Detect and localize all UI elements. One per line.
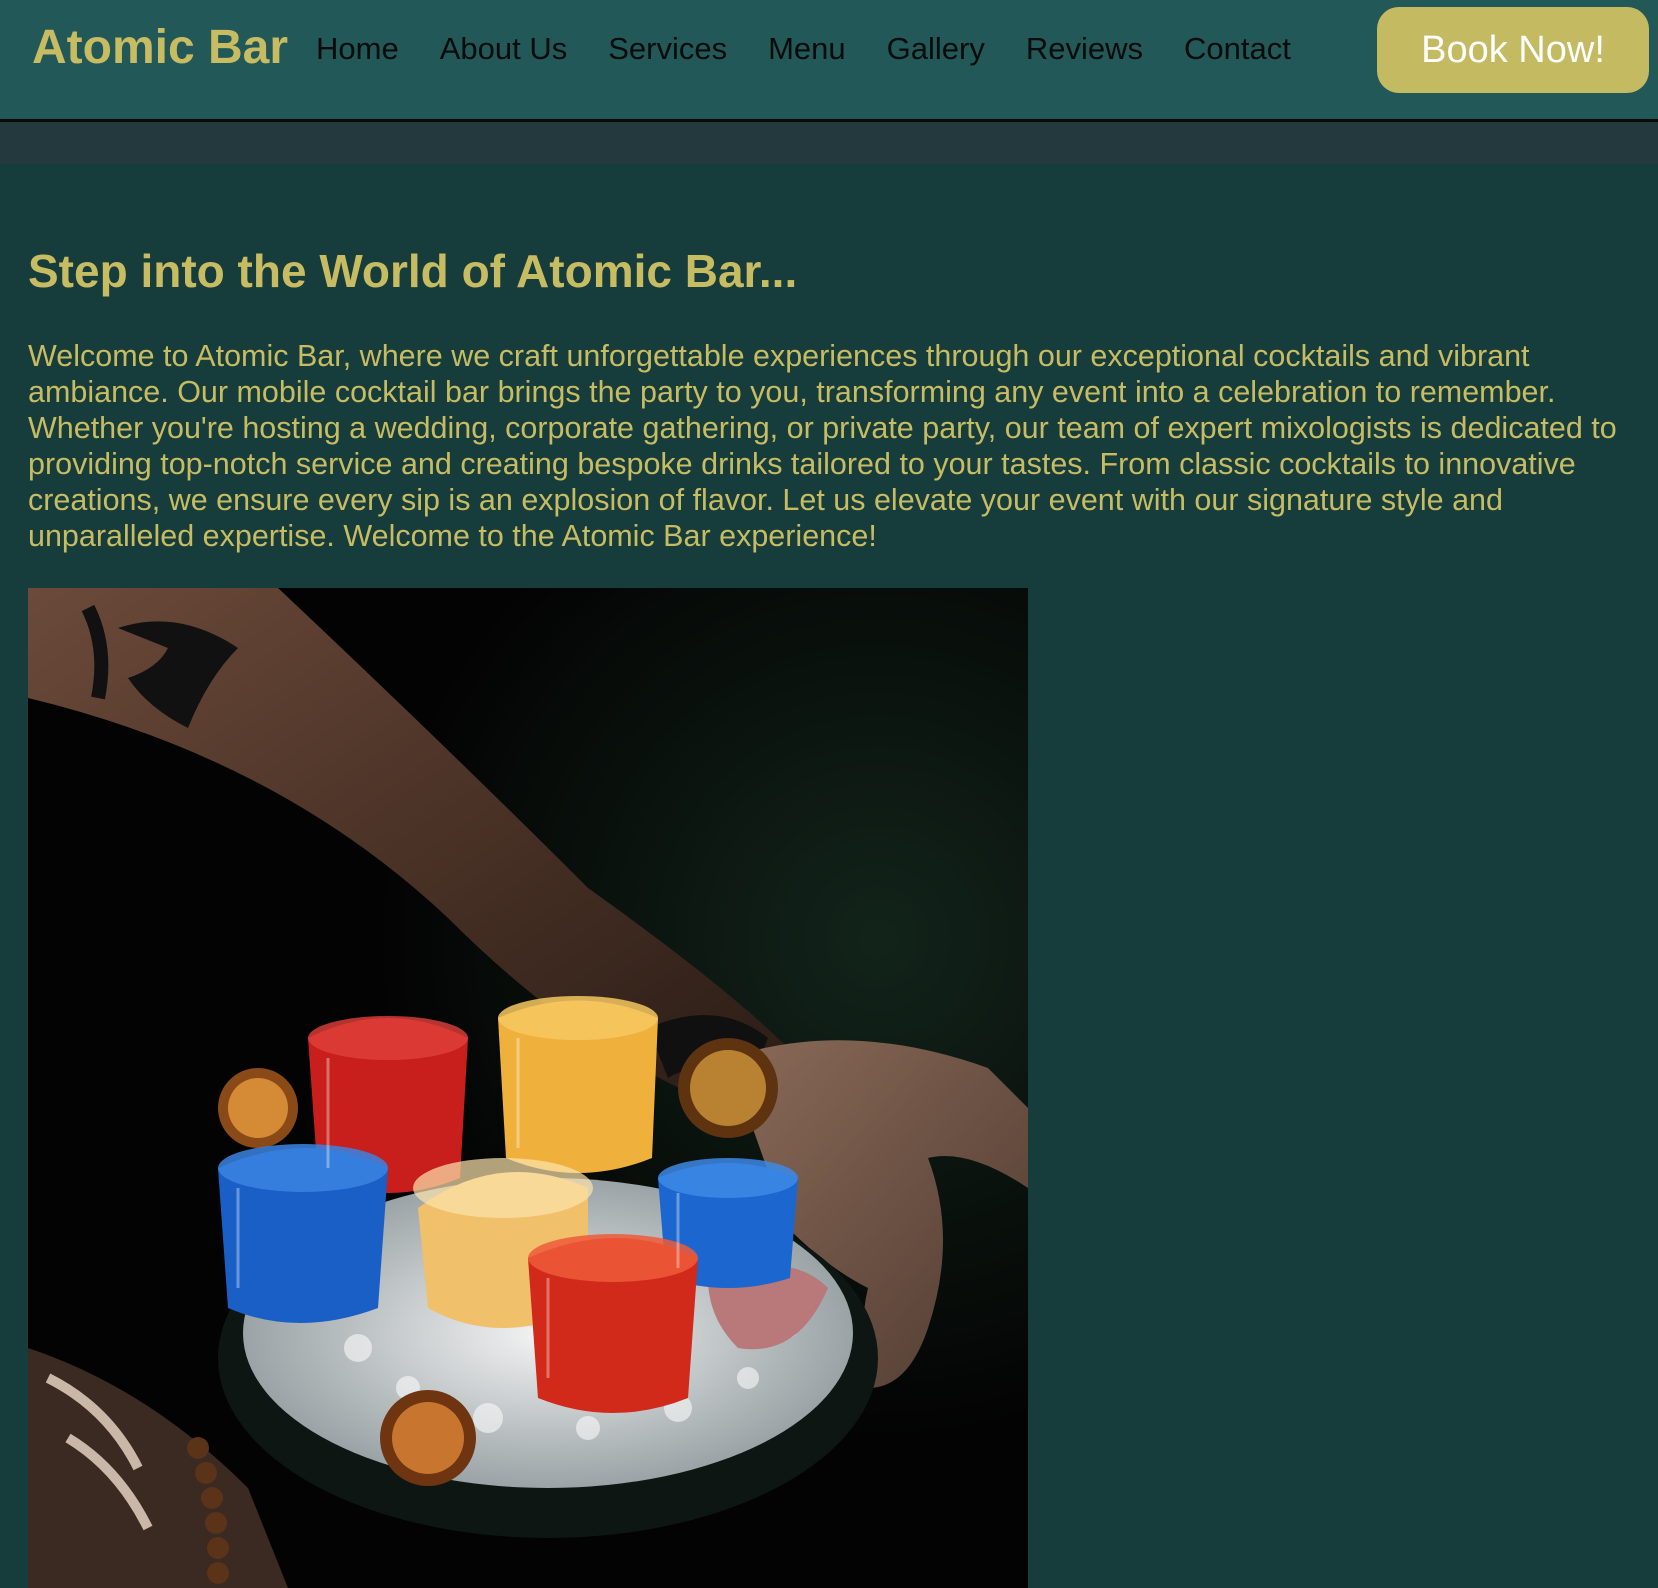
site-logo[interactable]: Atomic Bar (32, 20, 288, 76)
nav-link-reviews[interactable]: Reviews (1026, 26, 1143, 72)
nav-link-gallery[interactable]: Gallery (887, 26, 985, 72)
top-navbar: Atomic Bar Home About Us Services Menu G… (0, 0, 1658, 122)
nav-link-home[interactable]: Home (316, 26, 399, 72)
nav-link-contact[interactable]: Contact (1184, 26, 1291, 72)
nav-link-menu[interactable]: Menu (768, 26, 846, 72)
nav-link-about-us[interactable]: About Us (440, 26, 568, 72)
intro-paragraph: Welcome to Atomic Bar, where we craft un… (28, 339, 1617, 553)
book-now-button[interactable]: Book Now! (1377, 7, 1649, 93)
page-heading: Step into the World of Atomic Bar... (28, 245, 798, 297)
header-divider-band (0, 122, 1658, 164)
main-nav: Home About Us Services Menu Gallery Revi… (316, 26, 1291, 72)
cocktail-tray-photo (28, 588, 1028, 1588)
nav-link-services[interactable]: Services (608, 26, 727, 72)
